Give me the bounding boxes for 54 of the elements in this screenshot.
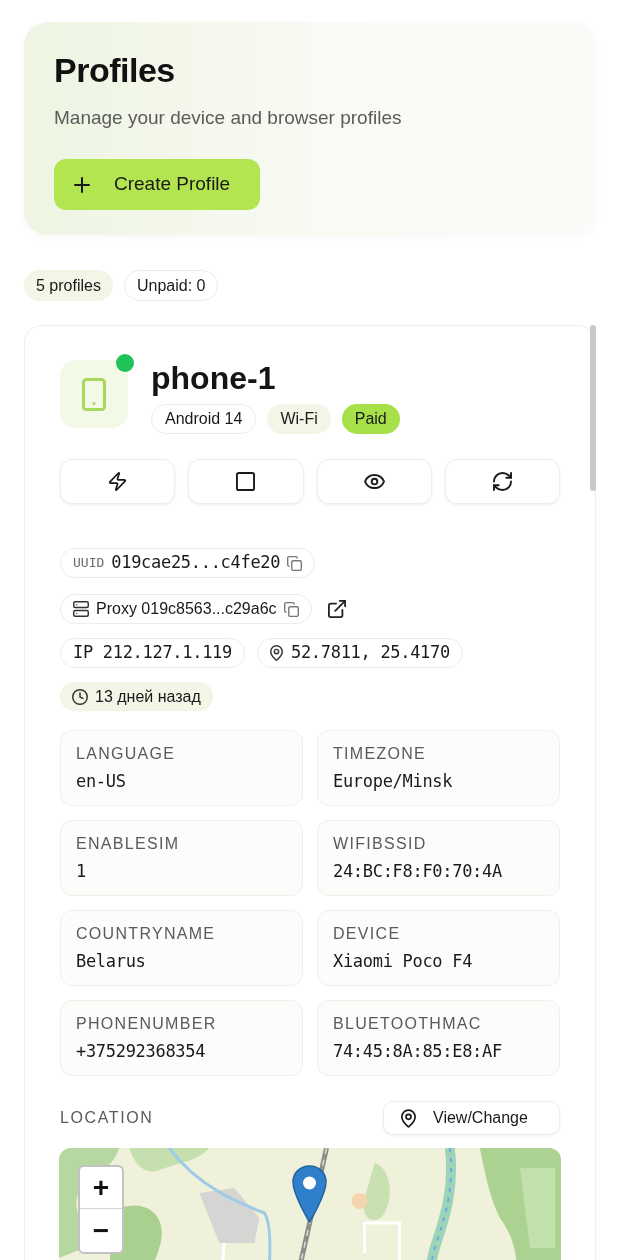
field-label: ENABLESIM (76, 834, 180, 854)
page-subtitle: Manage your device and browser profiles (54, 106, 402, 130)
field-label: DEVICE (333, 924, 401, 944)
profile-badge: Wi-Fi (267, 404, 331, 434)
start-button[interactable] (60, 459, 176, 504)
view-change-button[interactable]: View/Change (383, 1101, 560, 1135)
page-title: Profiles (54, 50, 175, 90)
refresh-button[interactable] (444, 459, 560, 504)
ip-address-tag: IP 212.127.1.119 (60, 638, 245, 668)
field-value: 1 (76, 860, 86, 883)
field-value: +375292368354 (76, 1040, 206, 1063)
refresh-icon (492, 472, 512, 491)
summary-pill: Unpaid: 0 (123, 270, 219, 301)
copy-icon[interactable] (283, 601, 299, 617)
field-label: PHONENUMBER (76, 1014, 217, 1034)
uuid-label: UUID (73, 554, 105, 573)
created-time: 13 дней назад (95, 686, 201, 707)
zap-icon (108, 472, 128, 491)
proxy-id: Proxy 019c8563...c29a6c (96, 599, 277, 619)
field-value: Europe/Minsk (333, 770, 453, 793)
eye-icon (363, 474, 385, 489)
map-marker-icon (292, 1165, 327, 1223)
field-value: Belarus (76, 950, 146, 973)
clock-icon (72, 688, 88, 705)
uuid-value: 019cae25...c4fe20 (111, 551, 281, 575)
zoom-in-button[interactable]: + (80, 1167, 122, 1209)
plus-icon (74, 176, 90, 193)
scrollbar-thumb[interactable] (590, 325, 596, 491)
stop-button[interactable] (188, 459, 304, 504)
profile-badge: Android 14 (151, 404, 257, 434)
server-icon (73, 601, 89, 617)
square-icon (236, 472, 256, 491)
create-profile-button[interactable]: Create Profile (54, 159, 260, 210)
field-value: 74:45:8A:85:E8:AF (333, 1040, 502, 1063)
field-label: BLUETOOTHMAC (333, 1014, 482, 1034)
field-value: 24:BC:F8:F0:70:4A (333, 860, 502, 883)
pin-icon (269, 645, 283, 661)
field-value: Xiaomi Poco F4 (333, 950, 473, 973)
pin-icon (401, 1108, 416, 1128)
coordinates-value: 52.7811, 25.4170 (290, 641, 450, 665)
field-label: WIFIBSSID (333, 834, 427, 854)
zoom-out-button[interactable]: − (80, 1209, 122, 1252)
summary-pill: 5 profiles (24, 270, 113, 301)
view-button[interactable] (316, 459, 432, 504)
field-value: en-US (76, 770, 126, 793)
external-link-icon[interactable] (327, 600, 346, 618)
location-label: LOCATION (60, 1108, 154, 1128)
field-label: LANGUAGE (76, 744, 176, 764)
copy-icon[interactable] (287, 555, 303, 571)
field-label: COUNTRYNAME (76, 924, 216, 944)
profile-badge: Paid (341, 404, 400, 434)
phone-icon (82, 377, 106, 411)
field-label: TIMEZONE (333, 744, 427, 764)
profile-name: phone-1 (151, 359, 276, 398)
